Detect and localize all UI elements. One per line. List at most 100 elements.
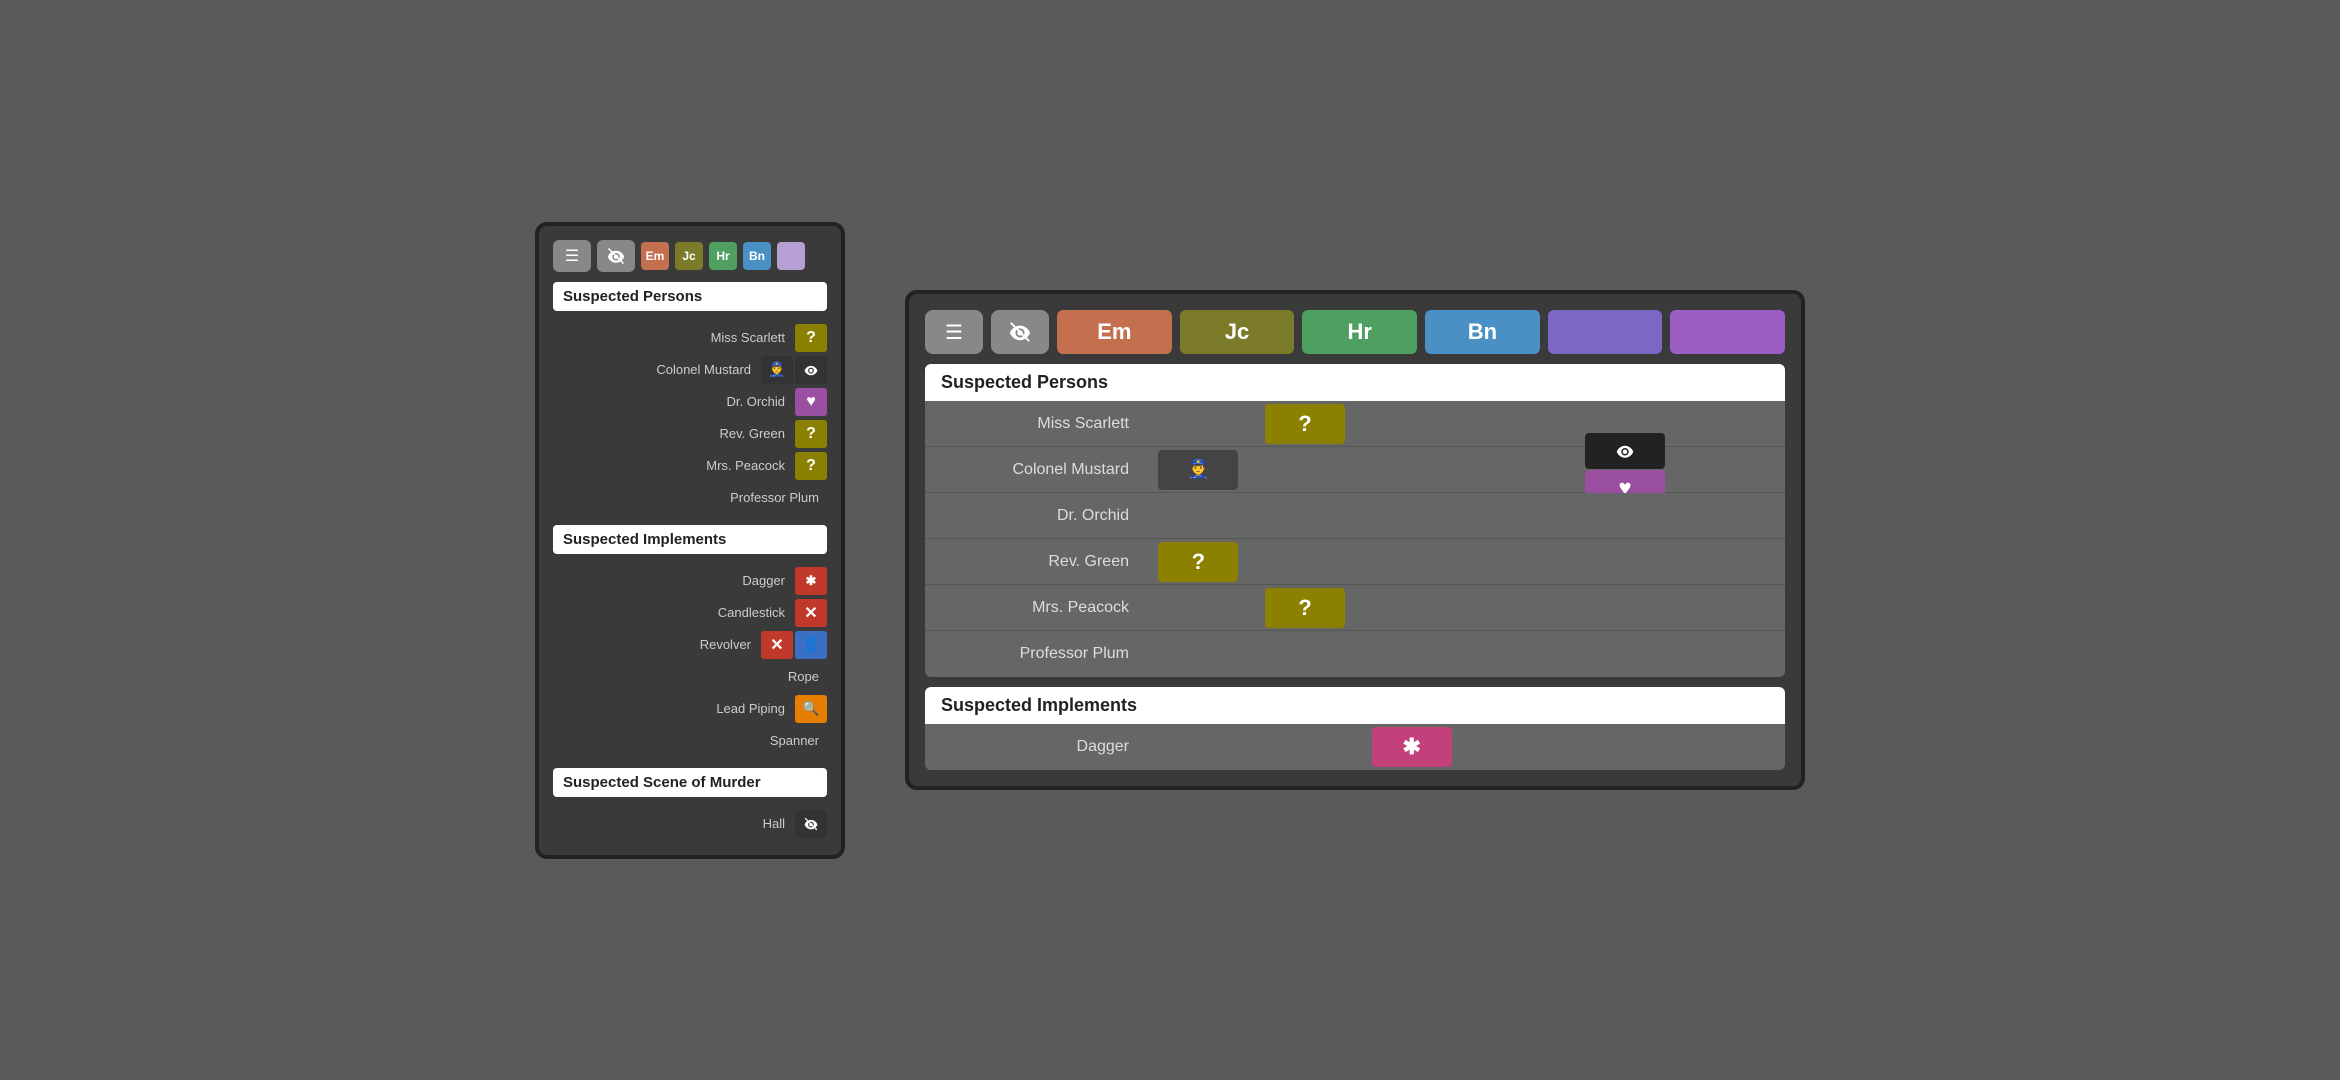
cell-mustard-e1[interactable]: ♥ xyxy=(1572,447,1679,492)
row-spanner-small: Spanner xyxy=(553,726,827,756)
row-revolver-small: Revolver ✕ 👤 xyxy=(553,630,827,660)
cell-hall-eye-small[interactable] xyxy=(795,810,827,838)
cell-mustard-bn[interactable] xyxy=(1465,447,1572,492)
menu-button[interactable]: ☰ xyxy=(553,240,591,272)
name-rev-green-small: Rev. Green xyxy=(553,426,793,441)
cell-dagger-star-small[interactable]: ✱ xyxy=(795,567,827,595)
scene-list-small: Hall xyxy=(553,807,827,841)
implements-list-small: Dagger ✱ Candlestick ✕ Revolver ✕ 👤 Rope… xyxy=(553,564,827,758)
player-bn-small[interactable]: Bn xyxy=(743,242,771,270)
cells-peacock-large: ? xyxy=(1145,585,1785,630)
cell-peacock-e1[interactable] xyxy=(1572,585,1679,630)
cell-candlestick-x-small[interactable]: ✕ xyxy=(795,599,827,627)
cell-dagger-e1[interactable] xyxy=(1572,724,1679,770)
cell-dagger-e2[interactable] xyxy=(1678,724,1785,770)
row-plum-large: Professor Plum xyxy=(925,631,1785,677)
cell-scarlett-e2[interactable] xyxy=(1678,401,1785,446)
cell-plum-hr[interactable] xyxy=(1358,631,1465,677)
row-miss-scarlett-small: Miss Scarlett ? xyxy=(553,323,827,353)
cell-green-jc[interactable] xyxy=(1252,539,1359,584)
cell-revolver-x-small[interactable]: ✕ xyxy=(761,631,793,659)
name-lead-piping-small: Lead Piping xyxy=(553,701,793,716)
large-toolbar: ☰ Em Jc Hr Bn xyxy=(925,310,1785,354)
cell-green-bn[interactable] xyxy=(1465,539,1572,584)
cell-scarlett-em[interactable] xyxy=(1145,401,1252,446)
cell-mustard-hr[interactable] xyxy=(1358,447,1465,492)
cell-mustard-icon-small[interactable]: 👮 xyxy=(761,356,793,384)
row-professor-plum-small: Professor Plum xyxy=(553,483,827,513)
small-toolbar: ☰ Em Jc Hr Bn xyxy=(553,240,827,272)
name-colonel-mustard-small: Colonel Mustard xyxy=(553,362,759,377)
player-bn-large[interactable]: Bn xyxy=(1425,310,1540,354)
eye-button[interactable] xyxy=(597,240,635,272)
cell-scarlett-q-small[interactable]: ? xyxy=(795,324,827,352)
cell-mustard-eye-small[interactable] xyxy=(795,356,827,384)
row-rope-small: Rope xyxy=(553,662,827,692)
name-miss-scarlett-small: Miss Scarlett xyxy=(553,330,793,345)
cell-dagger-hr[interactable]: ✱ xyxy=(1358,724,1465,770)
cell-peacock-hr[interactable] xyxy=(1358,585,1465,630)
cell-orchid-em[interactable] xyxy=(1145,493,1252,538)
cell-dagger-bn[interactable] xyxy=(1465,724,1572,770)
player-jc-small[interactable]: Jc xyxy=(675,242,703,270)
cell-mustard-e2[interactable] xyxy=(1678,447,1785,492)
cell-revolver-person-small[interactable]: 👤 xyxy=(795,631,827,659)
cell-dagger-jc[interactable] xyxy=(1252,724,1359,770)
name-peacock-large: Mrs. Peacock xyxy=(925,599,1145,617)
row-peacock-large: Mrs. Peacock ? xyxy=(925,585,1785,631)
cell-green-hr[interactable] xyxy=(1358,539,1465,584)
cell-plum-jc[interactable] xyxy=(1252,631,1359,677)
cells-plum-large xyxy=(1145,631,1785,677)
player-empty-small[interactable] xyxy=(777,242,805,270)
cell-scarlett-hr[interactable] xyxy=(1358,401,1465,446)
player-empty2-large[interactable] xyxy=(1670,310,1785,354)
cell-green-q-small[interactable]: ? xyxy=(795,420,827,448)
player-em-large[interactable]: Em xyxy=(1057,310,1172,354)
cell-green-em[interactable]: ? xyxy=(1145,539,1252,584)
cell-orchid-hr[interactable] xyxy=(1358,493,1465,538)
player-em-small[interactable]: Em xyxy=(641,242,669,270)
cell-orchid-e1[interactable] xyxy=(1572,493,1679,538)
name-revolver-small: Revolver xyxy=(553,637,759,652)
player-empty1-large[interactable] xyxy=(1548,310,1663,354)
name-spanner-small: Spanner xyxy=(553,733,827,748)
name-hall-small: Hall xyxy=(553,816,793,831)
cell-scarlett-jc[interactable]: ? xyxy=(1252,401,1359,446)
cell-plum-e1[interactable] xyxy=(1572,631,1679,677)
persons-list-small: Miss Scarlett ? Colonel Mustard 👮 Dr. Or… xyxy=(553,321,827,515)
name-dagger-small: Dagger xyxy=(553,573,793,588)
cell-peacock-em[interactable] xyxy=(1145,585,1252,630)
cell-mustard-jc[interactable] xyxy=(1252,447,1359,492)
player-hr-large[interactable]: Hr xyxy=(1302,310,1417,354)
cell-orchid-e2[interactable] xyxy=(1678,493,1785,538)
cell-orchid-bn[interactable] xyxy=(1465,493,1572,538)
name-candlestick-small: Candlestick xyxy=(553,605,793,620)
cell-plum-bn[interactable] xyxy=(1465,631,1572,677)
cell-peacock-bn[interactable] xyxy=(1465,585,1572,630)
cell-green-e2[interactable] xyxy=(1678,539,1785,584)
name-mustard-large: Colonel Mustard xyxy=(925,461,1145,479)
cell-plum-em[interactable] xyxy=(1145,631,1252,677)
cell-green-e1[interactable] xyxy=(1572,539,1679,584)
player-hr-small[interactable]: Hr xyxy=(709,242,737,270)
cell-lead-search-small[interactable]: 🔍 xyxy=(795,695,827,723)
cell-dagger-em[interactable] xyxy=(1145,724,1252,770)
player-jc-large[interactable]: Jc xyxy=(1180,310,1295,354)
cell-scarlett-bn[interactable] xyxy=(1465,401,1572,446)
eye-button-large[interactable] xyxy=(991,310,1049,354)
cell-peacock-e2[interactable] xyxy=(1678,585,1785,630)
cell-peacock-q-small[interactable]: ? xyxy=(795,452,827,480)
section-persons-header-small: Suspected Persons xyxy=(553,282,827,311)
cells-dagger-large: ✱ xyxy=(1145,724,1785,770)
cell-peacock-jc[interactable]: ? xyxy=(1252,585,1359,630)
large-panel: ☰ Em Jc Hr Bn Suspected Persons Miss Sca… xyxy=(905,290,1805,790)
cell-orchid-heart-small[interactable]: ♥ xyxy=(795,388,827,416)
row-hall-small: Hall xyxy=(553,809,827,839)
implements-grid-large: Dagger ✱ xyxy=(925,724,1785,770)
cell-mustard-em[interactable]: 👮 xyxy=(1145,447,1252,492)
cell-plum-e2[interactable] xyxy=(1678,631,1785,677)
section-persons-header-large: Suspected Persons xyxy=(925,364,1785,401)
menu-button-large[interactable]: ☰ xyxy=(925,310,983,354)
cell-orchid-jc[interactable] xyxy=(1252,493,1359,538)
cells-green-large: ? xyxy=(1145,539,1785,584)
